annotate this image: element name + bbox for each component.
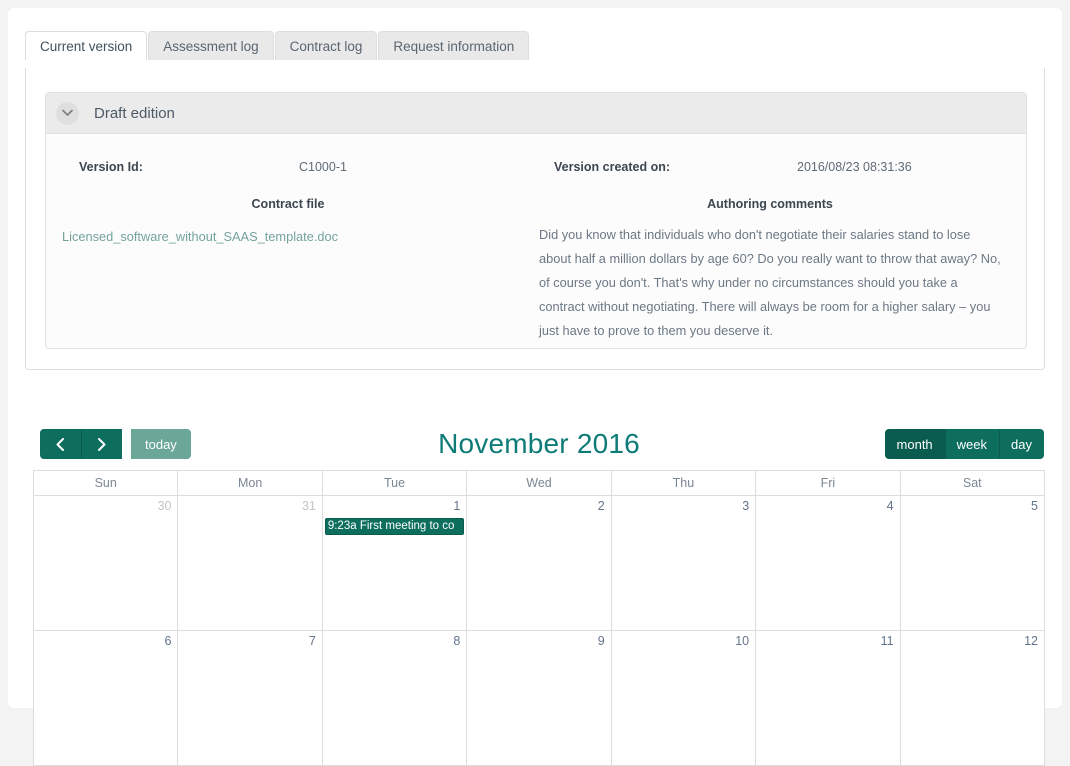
calendar-day-number: 2 (597, 499, 605, 513)
calendar-week-row: 6 7 8 9 10 11 12 (34, 631, 1045, 766)
calendar-view-group: month week day (884, 429, 1044, 459)
calendar-day-number: 6 (164, 634, 172, 648)
calendar-day-cell[interactable]: 7 (178, 631, 323, 766)
draft-edition-panel: Draft edition Version Id: C1000-1 Contra… (45, 92, 1027, 349)
version-id-value: C1000-1 (299, 160, 347, 174)
draft-edition-header[interactable]: Draft edition (46, 93, 1026, 134)
calendar-day-header-sun: Sun (34, 471, 179, 496)
calendar-day-cell[interactable]: 5 (900, 496, 1045, 631)
contract-file-link[interactable]: Licensed_software_without_SAAS_template.… (62, 229, 338, 244)
calendar-day-cell[interactable]: 1 9:23a First meeting to co (322, 496, 468, 631)
calendar-day-cell[interactable]: 3 (611, 496, 757, 631)
calendar-day-number: 31 (301, 499, 316, 513)
calendar-day-number: 12 (1024, 634, 1038, 648)
calendar-day-cell[interactable]: 10 (611, 631, 757, 766)
contract-file-heading: Contract file (251, 197, 325, 211)
view-button-day[interactable]: day (999, 429, 1044, 459)
calendar-day-header-mon: Mon (178, 471, 323, 496)
calendar-day-cell[interactable]: 12 (900, 631, 1045, 766)
calendar-day-header-fri: Fri (756, 471, 901, 496)
calendar-event[interactable]: 9:23a First meeting to co (324, 518, 465, 535)
calendar-day-number: 11 (880, 634, 894, 648)
calendar-event-title: First meeting to co (359, 520, 455, 532)
view-button-week[interactable]: week (944, 429, 1000, 459)
authoring-comments-text: Did you know that individuals who don't … (539, 227, 1001, 338)
calendar-day-number: 10 (735, 634, 750, 648)
calendar-day-number: 9 (597, 634, 605, 648)
calendar-day-cell[interactable]: 30 (34, 496, 179, 631)
tab-bar: Current version Assessment log Contract lo… (25, 31, 1062, 60)
calendar-event-time: 9:23a (327, 520, 357, 532)
view-button-month[interactable]: month (884, 429, 945, 459)
calendar-day-cell[interactable]: 4 (756, 496, 901, 631)
calendar-day-cell[interactable]: 9 (467, 631, 612, 766)
calendar-day-number: 7 (308, 634, 316, 648)
calendar-day-header-tue: Tue (322, 471, 468, 496)
calendar-day-number: 4 (886, 499, 894, 513)
current-version-panel: Draft edition Version Id: C1000-1 Contra… (25, 68, 1045, 370)
calendar-grid: Sun Mon Tue Wed Thu Fri Sat 30 31 1 9:23a First m… (33, 470, 1045, 766)
calendar-day-number: 1 (453, 499, 461, 513)
calendar-day-cell[interactable]: 2 (467, 496, 612, 631)
calendar-day-number: 3 (742, 499, 750, 513)
calendar-day-cell[interactable]: 6 (34, 631, 179, 766)
tab-request-information[interactable]: Request information (378, 31, 530, 60)
calendar-day-cell[interactable]: 31 (178, 496, 323, 631)
calendar-day-cell[interactable]: 8 (322, 631, 468, 766)
panel-title: Draft edition (94, 104, 175, 122)
calendar-day-header-sat: Sat (900, 471, 1045, 496)
tab-assessment-log[interactable]: Assessment log (148, 31, 274, 60)
tab-current-version[interactable]: Current version (25, 31, 148, 60)
draft-edition-body: Version Id: C1000-1 Contract file Licens… (46, 134, 1026, 348)
authoring-comments-heading: Authoring comments (707, 197, 833, 211)
calendar-day-header-thu: Thu (611, 471, 757, 496)
version-created-value: 2016/08/23 08:31:36 (797, 160, 912, 174)
calendar-day-header-row: Sun Mon Tue Wed Thu Fri Sat (34, 471, 1045, 496)
version-created-label: Version created on: (554, 160, 671, 174)
calendar-toolbar: today November 2016 month week day (33, 418, 1045, 470)
calendar-day-header-wed: Wed (467, 471, 612, 496)
calendar: today November 2016 month week day Sun Mon T… (33, 418, 1045, 766)
calendar-day-cell[interactable]: 11 (756, 631, 901, 766)
chevron-down-icon[interactable] (56, 101, 79, 125)
calendar-week-row: 30 31 1 9:23a First meeting to co 2 3 4 5 (34, 496, 1045, 631)
calendar-day-number: 5 (1031, 499, 1038, 513)
page-panel: Current version Assessment log Contract lo… (8, 8, 1062, 766)
calendar-day-number: 8 (453, 634, 461, 648)
calendar-day-number: 30 (157, 499, 172, 513)
version-id-label: Version Id: (79, 160, 143, 174)
tab-contract-log[interactable]: Contract log (274, 31, 378, 60)
